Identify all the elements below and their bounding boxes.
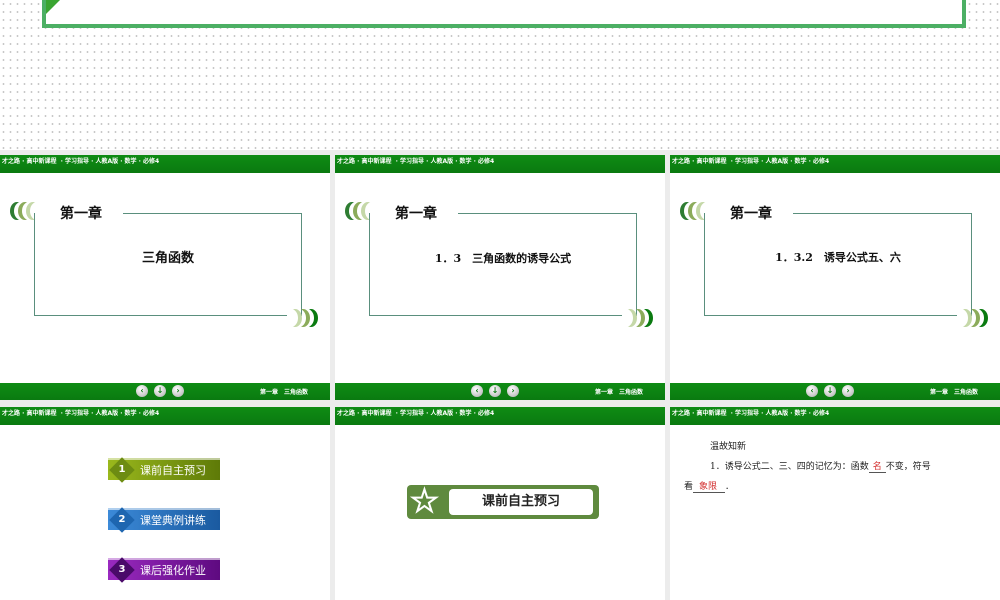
arrow-left-icon[interactable]: ‹ [136, 385, 148, 397]
footer-chapter: 第一章 三角函数 [930, 387, 978, 396]
corner-decoration [46, 0, 60, 14]
slide-thumbnail-partial[interactable] [42, 0, 966, 28]
menu-item-2[interactable]: 2 课堂典例讲练 [108, 508, 220, 530]
arc-decoration-icon [619, 309, 643, 327]
slide-header: 才之路 · 高中新课程 · 学习指导 · 人教A版 · 数学 · 必修4 [670, 407, 1000, 425]
menu-label: 课前自主预习 [140, 464, 206, 477]
arrow-right-icon[interactable]: › [172, 385, 184, 397]
star-icon: ★ [411, 487, 438, 517]
review-text: 不变，符号 [886, 462, 931, 472]
slide-thumbnail-6[interactable]: 才之路 · 高中新课程 · 学习指导 · 人教A版 · 数学 · 必修4 温故知… [670, 407, 1000, 600]
review-heading: 温故知新 [684, 437, 989, 457]
arrow-left-icon[interactable]: ‹ [471, 385, 483, 397]
slide-header: 才之路 · 高中新课程 · 学习指导 · 人教A版 · 数学 · 必修4 [335, 407, 665, 425]
slide-thumbnail-5[interactable]: 才之路 · 高中新课程 · 学习指导 · 人教A版 · 数学 · 必修4 ★ 课前… [335, 407, 665, 600]
menu-number: 2 [113, 511, 131, 529]
slide-footer: ‹ ↓ › 第一章 三角函数 [0, 383, 330, 400]
slide-header: 才之路 · 高中新课程 · 学习指导 · 人教A版 · 数学 · 必修4 [335, 155, 665, 173]
review-text: ． [725, 482, 734, 492]
section-button-label: 课前自主预习 [449, 489, 593, 515]
section-button[interactable]: ★ 课前自主预习 [407, 485, 599, 519]
arrow-right-icon[interactable]: › [842, 385, 854, 397]
slide-title: 三角函数 [34, 247, 302, 266]
slide-thumbnail-4[interactable]: 才之路 · 高中新课程 · 学习指导 · 人教A版 · 数学 · 必修4 1 课前… [0, 407, 330, 600]
slide-footer: ‹ ↓ › 第一章 三角函数 [670, 383, 1000, 400]
slide-header: 才之路 · 高中新课程 · 学习指导 · 人教A版 · 数学 · 必修4 [0, 155, 330, 173]
slide-header: 才之路 · 高中新课程 · 学习指导 · 人教A版 · 数学 · 必修4 [0, 407, 330, 425]
slide-footer: ‹ ↓ › 第一章 三角函数 [335, 383, 665, 400]
slide-title: 1．3 三角函数的诱导公式 [369, 250, 637, 266]
arc-decoration-icon [954, 309, 978, 327]
menu-label: 课后强化作业 [140, 564, 206, 577]
menu-item-3[interactable]: 3 课后强化作业 [108, 558, 220, 580]
review-content: 温故知新 1．诱导公式二、三、四的记忆为：函数名不变，符号 看象限． [684, 437, 989, 497]
footer-chapter: 第一章 三角函数 [595, 387, 643, 396]
footer-chapter: 第一章 三角函数 [260, 387, 308, 396]
review-text: 看 [684, 482, 693, 492]
arrow-down-icon[interactable]: ↓ [154, 385, 166, 397]
answer-blank: 名 [869, 462, 886, 473]
menu-number: 1 [113, 461, 131, 479]
slide-thumbnail-3[interactable]: 才之路 · 高中新课程 · 学习指导 · 人教A版 · 数学 · 必修4 第一章… [670, 155, 1000, 400]
slide-title: 1．3.2 诱导公式五、六 [704, 249, 972, 265]
slide-thumbnail-1[interactable]: 才之路 · 高中新课程 · 学习指导 · 人教A版 · 数学 · 必修4 第一章… [0, 155, 330, 400]
menu-number: 3 [113, 561, 131, 579]
arc-decoration-icon [284, 309, 308, 327]
menu-label: 课堂典例讲练 [140, 514, 206, 527]
arrow-down-icon[interactable]: ↓ [489, 385, 501, 397]
arrow-down-icon[interactable]: ↓ [824, 385, 836, 397]
slide-header: 才之路 · 高中新课程 · 学习指导 · 人教A版 · 数学 · 必修4 [670, 155, 1000, 173]
arrow-left-icon[interactable]: ‹ [806, 385, 818, 397]
slide-thumbnail-2[interactable]: 才之路 · 高中新课程 · 学习指导 · 人教A版 · 数学 · 必修4 第一章… [335, 155, 665, 400]
menu-item-1[interactable]: 1 课前自主预习 [108, 458, 220, 480]
review-text: 1．诱导公式二、三、四的记忆为：函数 [710, 462, 869, 472]
arrow-right-icon[interactable]: › [507, 385, 519, 397]
answer-blank: 象限 [693, 482, 725, 493]
